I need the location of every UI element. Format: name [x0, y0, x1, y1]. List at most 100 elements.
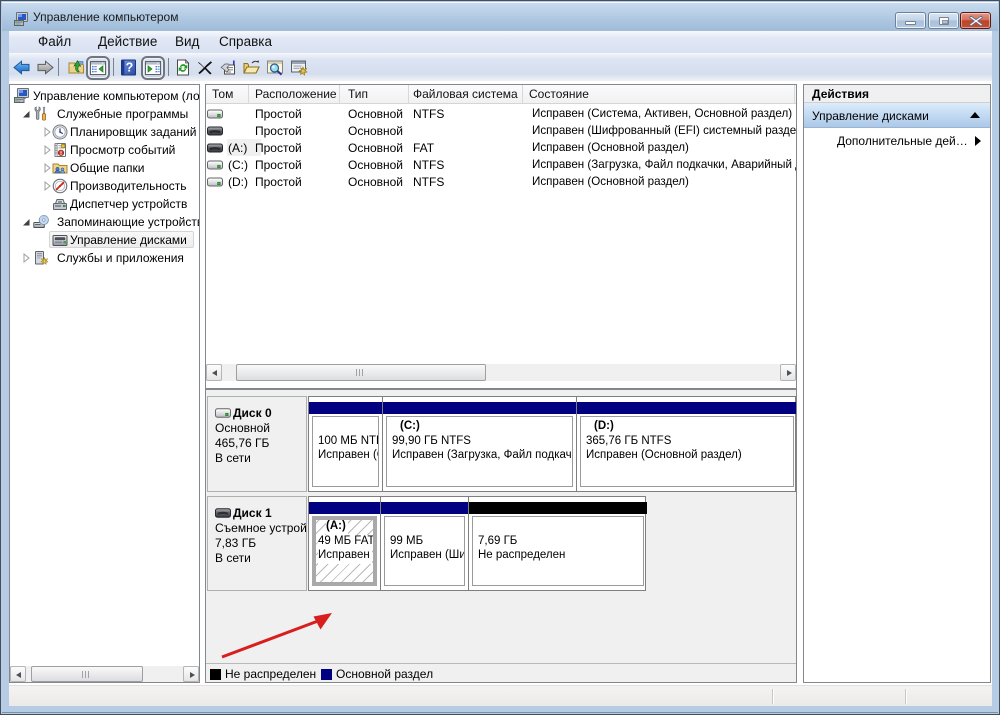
- tree-item-планировщик[interactable]: Планировщик заданий: [10, 123, 199, 141]
- column-header-3[interactable]: Файловая система: [409, 85, 523, 104]
- properties-icon[interactable]: [220, 59, 237, 76]
- actions-group-disk-management[interactable]: Управление дисками: [804, 103, 990, 128]
- volume-type: Основной: [348, 107, 403, 121]
- refresh-icon[interactable]: [175, 59, 191, 76]
- legend-label: Не распределен: [225, 667, 316, 681]
- tree-horizontal-scrollbar[interactable]: [10, 666, 199, 682]
- column-header-2[interactable]: Тип: [340, 85, 409, 104]
- partition-line: 99 МБ: [390, 535, 464, 550]
- volume-row-1[interactable]: ПростойОсновнойИсправен (Шифрованный (EF…: [206, 122, 796, 139]
- find-icon[interactable]: [267, 59, 283, 76]
- partition-line: [390, 520, 464, 535]
- volume-location: Простой: [255, 158, 302, 172]
- close-icon: [969, 15, 983, 27]
- up-folder-icon[interactable]: [68, 59, 85, 76]
- tree-item-диспетчер[interactable]: Диспетчер устройств: [10, 195, 199, 213]
- titlebar[interactable]: Управление компьютером: [2, 2, 998, 31]
- help-icon[interactable]: ?: [121, 59, 136, 76]
- disk-label-0[interactable]: Диск 0Основной465,76 ГБВ сети: [207, 396, 307, 492]
- tree-item-управление[interactable]: Управление компьютером (локальным): [10, 87, 199, 105]
- show-action-pane-button[interactable]: [141, 56, 165, 80]
- tree-item-запоминающие[interactable]: Запоминающие устройства: [10, 213, 199, 231]
- volume-row-(A:)[interactable]: (A:)ПростойОсновнойFATИсправен (Основной…: [206, 139, 796, 156]
- primary-partition-band: [383, 402, 576, 414]
- volume-location: Простой: [255, 175, 302, 189]
- storage-icon: [33, 214, 49, 230]
- partition-0-1[interactable]: (C:)99,90 ГБ NTFSИсправен (Загрузка, Фай…: [382, 397, 576, 491]
- tree-collapsed-icon[interactable]: [20, 252, 32, 264]
- disk-info-line: Съемное устройство: [215, 521, 306, 536]
- volume-letter: (D:): [228, 175, 248, 189]
- menu-Справка[interactable]: Справка: [219, 34, 272, 49]
- scroll-left-button[interactable]: [206, 364, 222, 381]
- disk-name: Диск 0: [233, 406, 272, 420]
- minimize-icon: [905, 21, 916, 25]
- collapse-caret-icon[interactable]: [970, 112, 980, 118]
- scroll-thumb[interactable]: [236, 364, 486, 381]
- volume-row-(D:)[interactable]: (D:)ПростойОсновнойNTFSИсправен (Основно…: [206, 173, 796, 190]
- window-title: Управление компьютером: [33, 10, 178, 24]
- open-icon[interactable]: [243, 59, 260, 76]
- toolbar-separator: [58, 58, 59, 76]
- tree-expanded-icon[interactable]: [20, 108, 32, 120]
- snapin-icon[interactable]: [291, 59, 308, 76]
- menu-Действие[interactable]: Действие: [98, 34, 157, 49]
- partition-1-0[interactable]: (A:)49 МБ FATИсправен: [309, 497, 380, 590]
- console-tree-panel: Управление компьютером (локальным) Служе…: [9, 84, 200, 683]
- partition-0-2[interactable]: (D:)365,76 ГБ NTFSИсправен (Основной раз…: [576, 397, 797, 491]
- legend: Не распределенОсновной раздел: [206, 667, 796, 683]
- disk-row-1: Диск 1Съемное устройство7,83 ГБВ сети(A:…: [207, 496, 795, 591]
- forward-icon[interactable]: [37, 59, 54, 76]
- volume-row-(C:)[interactable]: (C:)ПростойОсновнойNTFSИсправен (Загрузк…: [206, 156, 796, 173]
- disk-row-0: Диск 0Основной465,76 ГБВ сети100 МБ NTFS…: [207, 396, 795, 492]
- disk-graphical-view: Диск 0Основной465,76 ГБВ сети100 МБ NTFS…: [205, 389, 797, 683]
- volume-light-icon: [207, 159, 223, 170]
- tree-item-служебные[interactable]: Служебные программы: [10, 105, 199, 123]
- disk-management-icon: [52, 232, 68, 248]
- scroll-left-button[interactable]: [10, 666, 26, 682]
- device-manager-icon: [52, 196, 68, 212]
- volume-status: Исправен (Загрузка, Файл подкачки, Авари…: [532, 158, 796, 171]
- partition-0-0[interactable]: 100 МБ NTFSИсправен (Система, Активен, О…: [309, 397, 382, 491]
- volume-list-horizontal-scrollbar[interactable]: [206, 364, 796, 381]
- scroll-right-button[interactable]: [780, 364, 796, 381]
- tree-item-общие[interactable]: Общие папки: [10, 159, 199, 177]
- column-header-0[interactable]: Том: [206, 85, 249, 104]
- tree-item-службы[interactable]: Службы и приложения: [10, 249, 199, 267]
- disk-label-1[interactable]: Диск 1Съемное устройство7,83 ГБВ сети: [207, 496, 307, 591]
- scroll-right-button[interactable]: [183, 666, 199, 682]
- partition-line: 100 МБ NTFS: [318, 435, 378, 450]
- tree-item-производительность[interactable]: Производительность: [10, 177, 199, 195]
- disk-basic-icon: [215, 407, 231, 417]
- back-icon[interactable]: [13, 59, 30, 76]
- disk-info-line: Основной: [215, 421, 306, 436]
- volume-status: Исправен (Основной раздел): [532, 141, 796, 154]
- show-console-tree-icon: [90, 60, 106, 76]
- partition-box: 100 МБ NTFSИсправен (Система, Активен, О…: [312, 416, 379, 487]
- tree-item-label: Планировщик заданий: [70, 125, 196, 139]
- column-header-4[interactable]: Состояние: [523, 85, 795, 104]
- disk-info-line: В сети: [215, 451, 306, 466]
- show-console-tree-button[interactable]: [86, 56, 110, 80]
- menu-Файл[interactable]: Файл: [38, 34, 71, 49]
- actions-item-more-actions[interactable]: Дополнительные действия: [804, 128, 990, 153]
- maximize-button[interactable]: [928, 12, 959, 29]
- partition-line: 7,69 ГБ: [478, 535, 643, 550]
- minimize-button[interactable]: [895, 12, 926, 29]
- scroll-thumb[interactable]: [31, 666, 143, 682]
- volume-type: Основной: [348, 158, 403, 172]
- tree-item-просмотр[interactable]: Просмотр событий: [10, 141, 199, 159]
- tree-expanded-icon[interactable]: [20, 216, 32, 228]
- menu-Вид[interactable]: Вид: [175, 34, 199, 49]
- partition-1-2[interactable]: 7,69 ГБНе распределен: [468, 497, 647, 590]
- delete-icon[interactable]: [197, 59, 213, 76]
- tree-item-label: Производительность: [70, 179, 186, 193]
- close-button[interactable]: [960, 12, 991, 29]
- column-header-1[interactable]: Расположение: [249, 85, 340, 104]
- partition-1-1[interactable]: 99 МБИсправен (Шифрованный (EFI) системн…: [380, 497, 468, 590]
- tree-item-label: Диспетчер устройств: [70, 197, 187, 211]
- tree-item-управление[interactable]: Управление дисками: [10, 231, 199, 249]
- content-area: Управление компьютером (локальным) Служе…: [9, 81, 992, 685]
- volume-row-0[interactable]: ПростойОсновнойNTFSИсправен (Система, Ак…: [206, 105, 796, 122]
- volume-list-header: ТомРасположениеТипФайловая системаСостоя…: [206, 85, 796, 104]
